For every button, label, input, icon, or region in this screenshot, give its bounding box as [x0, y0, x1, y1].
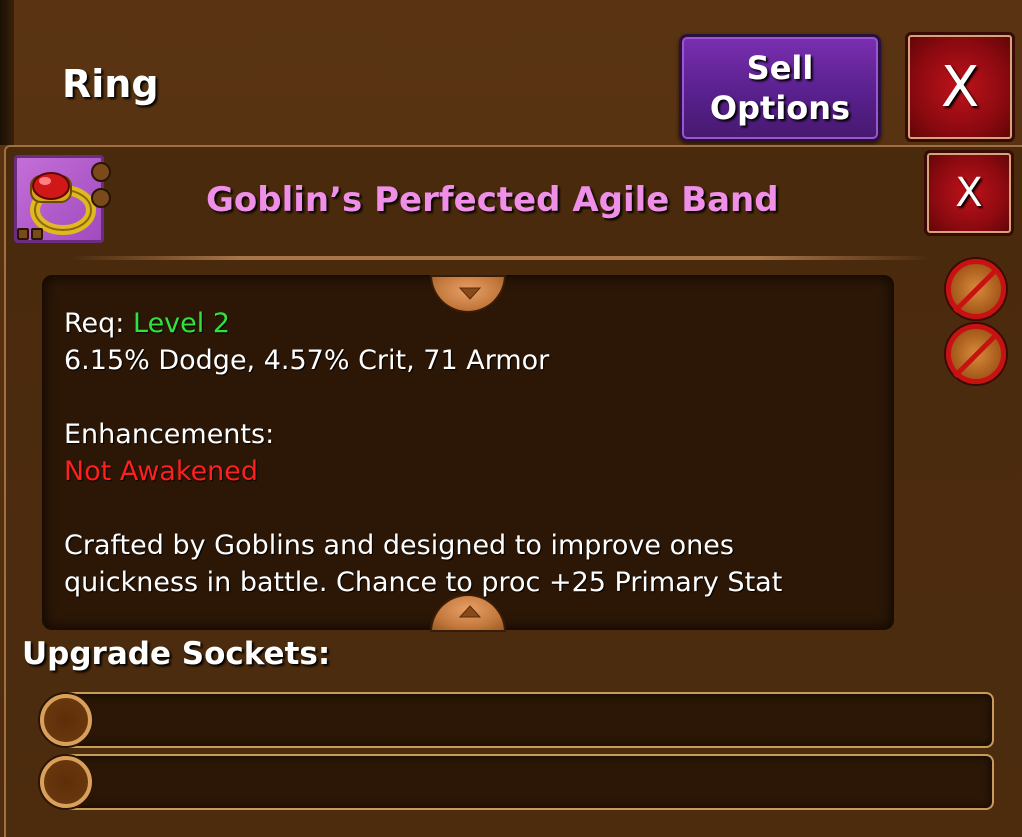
item-name: Goblin’s Perfected Agile Band — [206, 180, 779, 220]
item-description-box[interactable]: Req: Level 2 6.15% Dodge, 4.57% Crit, 71… — [42, 275, 894, 630]
chevron-down-icon — [458, 287, 482, 300]
upgrade-socket-slot-2[interactable] — [58, 754, 994, 810]
enhancements-value: Not Awakened — [64, 456, 259, 487]
upgrade-socket-slot-1[interactable] — [58, 692, 994, 748]
description-line-1: Crafted by Goblins and designed to impro… — [64, 530, 734, 561]
requirement-label: Req: — [64, 308, 125, 339]
item-description-text: Req: Level 2 6.15% Dodge, 4.57% Crit, 71… — [64, 305, 864, 601]
item-stats: 6.15% Dodge, 4.57% Crit, 71 Armor — [64, 345, 550, 376]
requirement-value: Level 2 — [133, 308, 231, 339]
category-title: Ring — [62, 62, 159, 106]
sell-options-label-line2: Options — [709, 89, 851, 127]
socket-icon — [40, 756, 92, 808]
close-item-button[interactable]: X — [924, 150, 1014, 236]
sell-options-label-line1: Sell — [746, 49, 814, 87]
ring-graphic — [30, 172, 96, 235]
no-sell-icon[interactable] — [946, 324, 1006, 384]
left-edge-shadow — [0, 0, 14, 145]
item-details-screen: Ring Sell Options X Goblin’s Perfected A… — [0, 0, 1022, 837]
socket-indicator-4 — [31, 228, 43, 240]
header-divider — [70, 256, 930, 260]
upgrade-sockets-label: Upgrade Sockets: — [22, 636, 331, 672]
socket-icon — [40, 694, 92, 746]
socket-indicator-3 — [17, 228, 29, 240]
close-window-button[interactable]: X — [905, 32, 1015, 142]
enhancements-label: Enhancements: — [64, 419, 275, 450]
ring-icon[interactable] — [14, 155, 111, 243]
sell-options-button[interactable]: Sell Options — [679, 34, 881, 142]
chevron-up-icon — [458, 605, 482, 618]
socket-indicator-2 — [91, 188, 111, 208]
socket-indicator-1 — [91, 162, 111, 182]
no-trade-icon[interactable] — [946, 259, 1006, 319]
